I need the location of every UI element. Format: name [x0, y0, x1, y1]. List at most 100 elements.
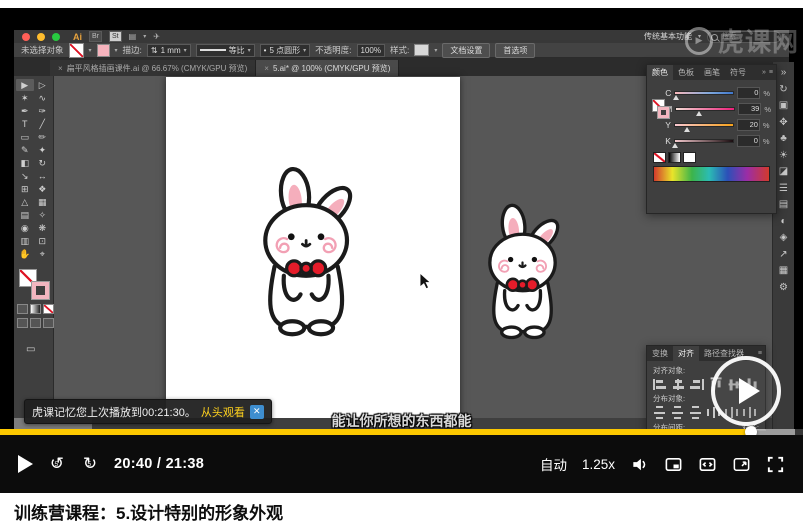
play-button[interactable]	[18, 455, 33, 473]
gradient-button[interactable]	[30, 304, 41, 314]
yellow-value[interactable]: 20	[736, 119, 760, 131]
tab-color[interactable]: 颜色	[647, 65, 673, 80]
symbol-sprayer-tool[interactable]: ❋	[34, 222, 52, 234]
style-swatch[interactable]	[414, 44, 430, 56]
stroke-pink-swatch[interactable]	[31, 281, 50, 300]
tab-swatches[interactable]: 色板	[673, 65, 699, 80]
draw-normal-button[interactable]	[17, 318, 28, 328]
panel-menu-icon[interactable]: ≡	[769, 69, 773, 76]
tab-transform[interactable]: 变换	[647, 346, 673, 361]
shaper-tool[interactable]: ✦	[34, 144, 52, 156]
stroke-panel-icon[interactable]: ☰	[779, 182, 788, 195]
selection-tool[interactable]: ▶	[16, 79, 34, 91]
curvature-tool[interactable]: ✑	[34, 105, 52, 117]
panel-stroke-pink[interactable]	[657, 106, 670, 119]
close-icon[interactable]: ×	[264, 64, 269, 73]
speed-button[interactable]: 1.25x	[582, 457, 615, 472]
stroke-color-swatch[interactable]	[96, 43, 110, 57]
big-play-button[interactable]	[711, 356, 781, 426]
direct-selection-tool[interactable]: ▷	[34, 79, 52, 91]
quality-button[interactable]: 自动	[540, 454, 567, 474]
eraser-tool[interactable]: ◧	[16, 157, 34, 169]
pip-icon[interactable]	[664, 455, 683, 474]
draw-behind-button[interactable]	[30, 318, 41, 328]
asset-export-icon[interactable]: ↗	[779, 248, 787, 261]
color-spectrum-bar[interactable]	[653, 166, 770, 182]
magenta-value[interactable]: 39	[738, 103, 762, 115]
fill-stroke-widget[interactable]	[19, 269, 50, 300]
image-trace-icon[interactable]: ▣	[779, 99, 788, 112]
appearance-icon[interactable]: ☀	[779, 149, 788, 162]
align-left-button[interactable]	[653, 378, 668, 390]
web-fullscreen-icon[interactable]	[698, 455, 717, 474]
cyan-slider[interactable]	[672, 91, 735, 100]
window-close-button[interactable]	[22, 32, 30, 41]
panel-collapse-icon[interactable]: »	[762, 69, 766, 76]
draw-inside-button[interactable]	[43, 318, 54, 328]
cyan-value[interactable]: 0	[737, 87, 761, 99]
theater-mode-icon[interactable]	[732, 455, 751, 474]
forward-5s-button[interactable]: ↻ 5	[81, 454, 99, 474]
window-minimize-button[interactable]	[37, 32, 45, 41]
fullscreen-icon[interactable]	[766, 455, 785, 474]
pencil-tool[interactable]: ✎	[16, 144, 34, 156]
white-swatch[interactable]	[683, 152, 696, 163]
line-segment-tool[interactable]: ╱	[34, 118, 52, 130]
toast-close-button[interactable]: ✕	[249, 404, 264, 419]
magenta-slider[interactable]	[675, 107, 736, 116]
eyedropper-tool[interactable]: ✧	[34, 209, 52, 221]
black-value[interactable]: 0	[736, 135, 760, 147]
transparency-icon[interactable]: ◐	[780, 215, 786, 228]
preferences-button[interactable]: 首选项	[495, 42, 536, 58]
libraries-icon[interactable]: ✥	[779, 116, 787, 129]
share-icon[interactable]: ✈	[153, 32, 160, 41]
rewind-5s-button[interactable]: ↺ 5	[48, 454, 66, 474]
rotate-view-icon[interactable]: ↻	[779, 83, 787, 96]
none-button[interactable]	[43, 304, 54, 314]
pen-tool[interactable]: ✒	[16, 105, 34, 117]
tab-brushes[interactable]: 画笔	[699, 65, 725, 80]
window-zoom-button[interactable]	[52, 32, 60, 41]
free-transform-tool[interactable]: ⊞	[16, 183, 34, 195]
opacity-field[interactable]: 100%	[356, 43, 385, 57]
panel-fill-stroke-indicator[interactable]	[651, 85, 670, 145]
document-tab[interactable]: × 扁平风格插画课件.ai @ 66.67% (CMYK/GPU 预览)	[50, 60, 257, 76]
fill-color-swatch[interactable]	[68, 42, 84, 58]
gradient-tool[interactable]: ▤	[16, 209, 34, 221]
close-icon[interactable]: ×	[58, 64, 63, 73]
mesh-tool[interactable]: ▦	[34, 196, 52, 208]
perspective-grid-tool[interactable]: △	[16, 196, 34, 208]
stroke-width-field[interactable]: ⇅ 1 mm ▾	[146, 43, 191, 57]
black-slider[interactable]	[672, 139, 734, 148]
color-button[interactable]	[17, 304, 28, 314]
gradient-panel-icon[interactable]: ▤	[779, 198, 788, 211]
lasso-tool[interactable]: ∿	[34, 92, 52, 104]
screen-mode-icon[interactable]: ▭	[26, 344, 35, 355]
arrange-documents-icon[interactable]: ▤	[129, 32, 137, 41]
watch-from-start-link[interactable]: 从头观看	[201, 404, 245, 420]
blend-tool[interactable]: ◉	[16, 222, 34, 234]
video-player[interactable]: Ai Br St ▤ ▾ ✈ 传统基本功能 ▾ 未选择对象 ▾ ▾ 描边:	[0, 8, 803, 493]
magic-wand-tool[interactable]: ✶	[16, 92, 34, 104]
document-tab-active[interactable]: × 5.ai* @ 100% (CMYK/GPU 预览)	[256, 60, 400, 76]
artboards-icon[interactable]: ▦	[779, 264, 788, 277]
align-right-button[interactable]	[689, 378, 704, 390]
rotate-tool[interactable]: ↻	[34, 157, 52, 169]
align-h-center-button[interactable]	[672, 378, 685, 390]
volume-icon[interactable]	[630, 455, 649, 474]
bridge-icon[interactable]: Br	[89, 31, 102, 42]
none-swatch[interactable]	[653, 152, 666, 163]
rectangle-tool[interactable]: ▭	[16, 131, 34, 143]
hand-tool[interactable]: ✋	[16, 248, 34, 260]
document-setup-button[interactable]: 文档设置	[442, 42, 491, 58]
column-graph-tool[interactable]: ▥	[16, 235, 34, 247]
brush-select[interactable]: • 5 点圆形 ▾	[259, 43, 311, 57]
shape-builder-tool[interactable]: ❖	[34, 183, 52, 195]
tab-align[interactable]: 对齐	[673, 346, 699, 361]
symbols-icon[interactable]: ♣	[780, 132, 787, 145]
yellow-slider[interactable]	[673, 123, 734, 132]
stepper-icon[interactable]: ⇅	[151, 46, 158, 55]
layers-icon[interactable]: ◈	[780, 231, 788, 244]
stock-icon[interactable]: St	[109, 31, 122, 42]
type-tool[interactable]: T	[16, 118, 34, 130]
